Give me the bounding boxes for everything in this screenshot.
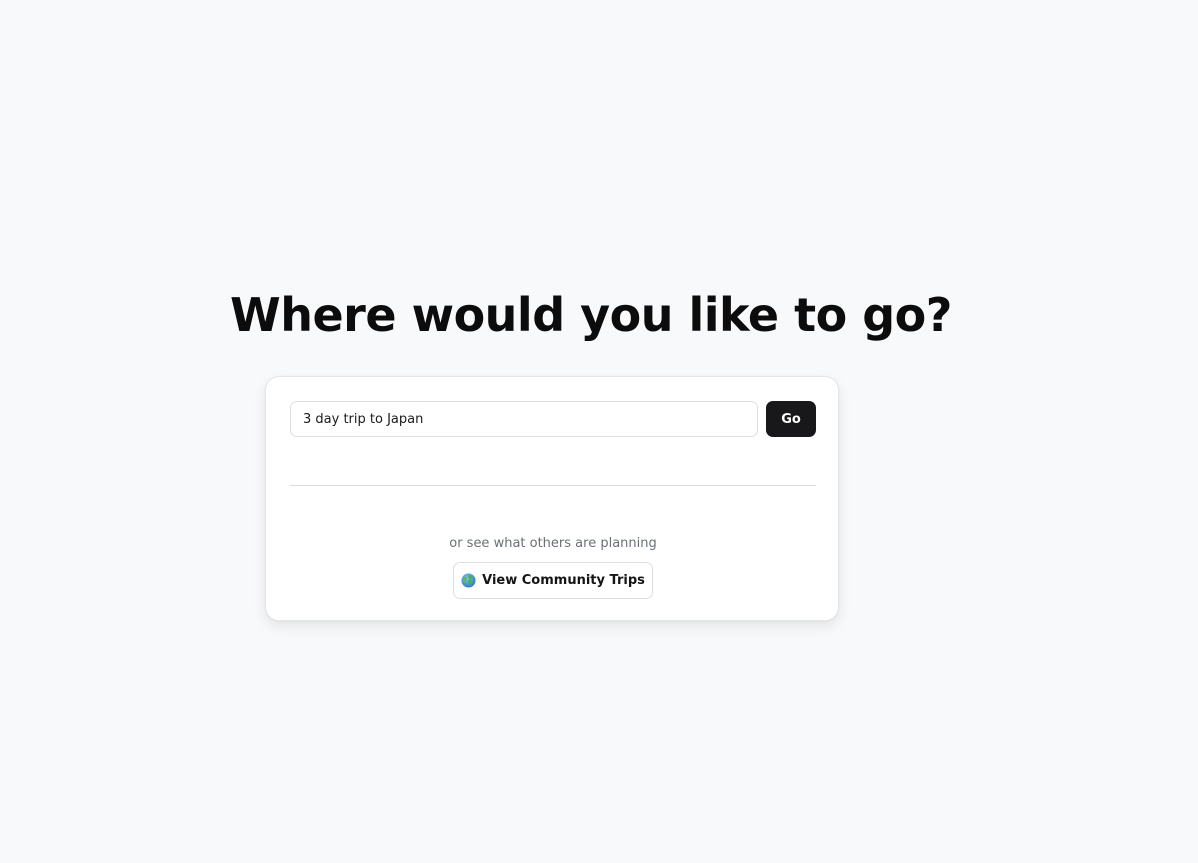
community-prompt: or see what others are planning bbox=[449, 536, 657, 551]
trip-planner-card: Go or see what others are planning bbox=[265, 376, 839, 621]
globe-icon bbox=[461, 573, 476, 588]
trip-search-input[interactable] bbox=[290, 401, 758, 437]
divider bbox=[290, 485, 816, 486]
page: Where would you like to go? Go or see wh… bbox=[0, 0, 1198, 863]
view-community-trips-button[interactable]: View Community Trips bbox=[453, 562, 653, 599]
view-community-trips-label: View Community Trips bbox=[482, 573, 645, 588]
page-title: Where would you like to go? bbox=[230, 288, 952, 342]
go-button[interactable]: Go bbox=[766, 401, 816, 437]
search-row: Go bbox=[290, 401, 816, 437]
